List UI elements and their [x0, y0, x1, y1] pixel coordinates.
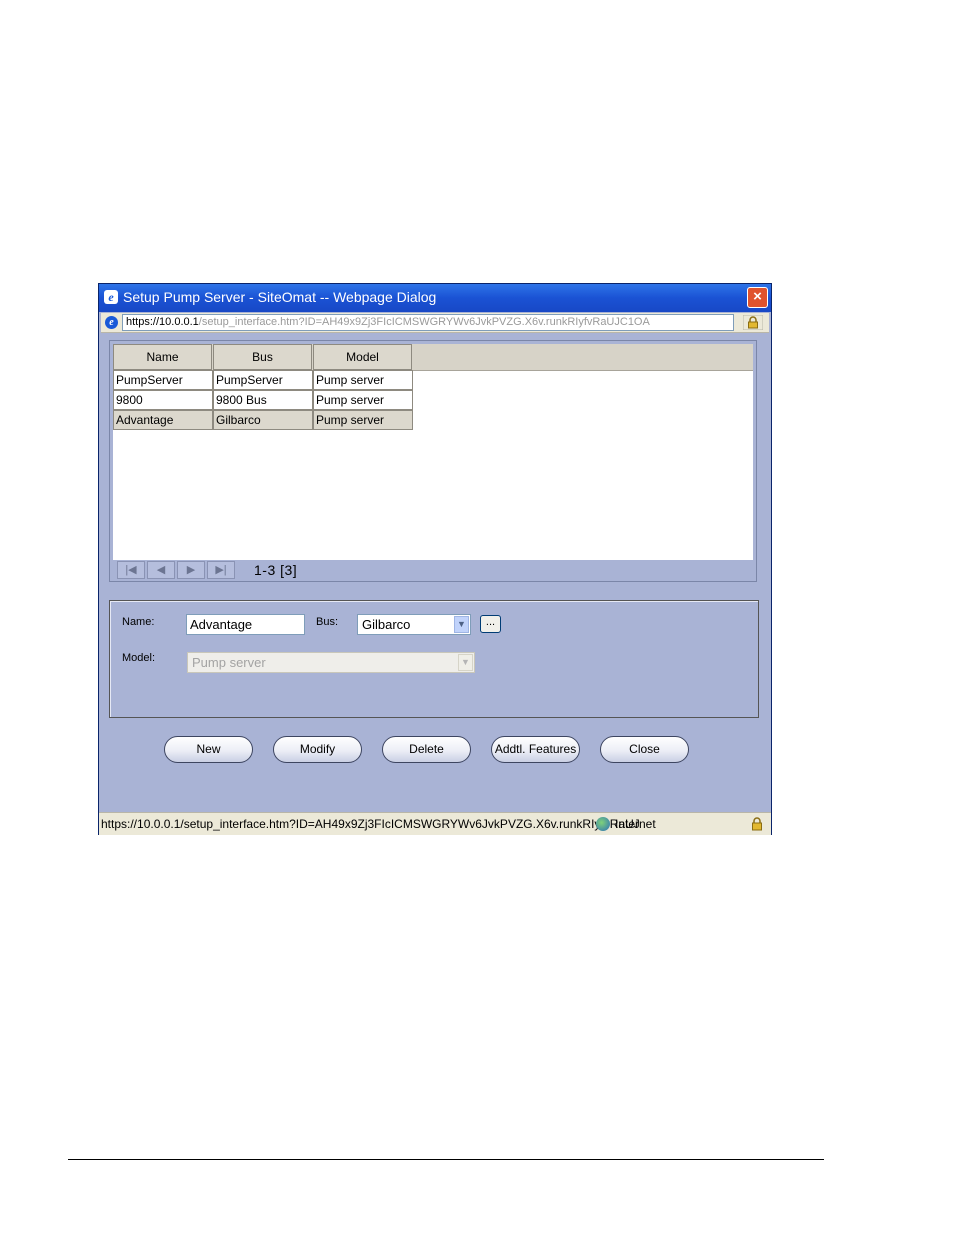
last-page-button[interactable]: ▶|	[207, 561, 235, 579]
cell-name: PumpServer	[113, 370, 213, 390]
browse-bus-button[interactable]: ...	[480, 615, 501, 633]
model-select: Pump server ▼	[187, 652, 475, 673]
lock-icon[interactable]	[749, 816, 765, 832]
prev-page-button[interactable]: ◀	[147, 561, 175, 579]
grid-header: Name Bus Model	[113, 344, 753, 371]
cell-model: Pump server	[313, 370, 413, 390]
column-header-bus[interactable]: Bus	[213, 344, 312, 370]
grid-pager: |◀ ◀ ▶ ▶| 1-3 [3]	[113, 560, 753, 580]
next-page-button[interactable]: ▶	[177, 561, 205, 579]
cell-model: Pump server	[313, 390, 413, 410]
delete-button[interactable]: Delete	[382, 736, 471, 763]
model-label: Model:	[122, 652, 156, 664]
grid-body: Name Bus Model PumpServer PumpServer Pum…	[113, 344, 753, 560]
chevron-down-icon[interactable]: ▼	[454, 616, 469, 633]
bus-select[interactable]: Gilbarco ▼	[357, 614, 471, 635]
page-footer-rule	[68, 1159, 824, 1160]
address-path: /setup_interface.htm?ID=AH49x9Zj3FIcICMS…	[198, 316, 650, 328]
cell-bus: PumpServer	[213, 370, 313, 390]
address-host: 10.0.0.1	[159, 316, 199, 328]
ie-page-icon: e	[105, 316, 118, 329]
cell-bus: 9800 Bus	[213, 390, 313, 410]
addtl-features-button[interactable]: Addtl. Features	[491, 736, 580, 763]
lock-icon[interactable]	[743, 315, 763, 330]
cell-model: Pump server	[313, 410, 413, 430]
table-row-selected[interactable]: Advantage Gilbarco Pump server	[113, 410, 413, 430]
address-field[interactable]: https://10.0.0.1/setup_interface.htm?ID=…	[122, 314, 734, 331]
page-info: 1-3 [3]	[254, 562, 298, 578]
status-url: https://10.0.0.1/setup_interface.htm?ID=…	[101, 817, 640, 831]
table-row[interactable]: 9800 9800 Bus Pump server	[113, 390, 413, 410]
model-select-value: Pump server	[192, 655, 266, 670]
bus-select-value: Gilbarco	[362, 617, 411, 632]
first-page-button[interactable]: |◀	[117, 561, 145, 579]
modify-button[interactable]: Modify	[273, 736, 362, 763]
ie-icon: e	[104, 290, 118, 304]
table-row[interactable]: PumpServer PumpServer Pump server	[113, 370, 413, 390]
pump-server-grid: Name Bus Model PumpServer PumpServer Pum…	[109, 340, 757, 582]
chevron-down-icon: ▼	[458, 654, 473, 671]
pump-server-form: Name: Bus: Gilbarco ▼ ... Model: Pump se…	[109, 600, 759, 718]
bus-label: Bus:	[316, 616, 339, 628]
cell-bus: Gilbarco	[213, 410, 313, 430]
column-header-model[interactable]: Model	[313, 344, 412, 370]
name-label: Name:	[122, 616, 155, 628]
globe-icon	[596, 817, 610, 831]
address-scheme: https://	[126, 316, 160, 328]
close-button[interactable]: Close	[600, 736, 689, 763]
status-bar: https://10.0.0.1/setup_interface.htm?ID=…	[99, 812, 771, 835]
cell-name: 9800	[113, 390, 213, 410]
cell-name: Advantage	[113, 410, 213, 430]
title-bar[interactable]: e Setup Pump Server - SiteOmat -- Webpag…	[99, 284, 771, 312]
column-header-name[interactable]: Name	[113, 344, 212, 370]
name-input[interactable]	[186, 614, 305, 635]
new-button[interactable]: New	[164, 736, 253, 763]
webpage-dialog: e Setup Pump Server - SiteOmat -- Webpag…	[98, 283, 772, 835]
window-title: Setup Pump Server - SiteOmat -- Webpage …	[123, 289, 437, 305]
close-window-button[interactable]: ×	[747, 287, 768, 308]
security-zone: Internet	[615, 817, 656, 831]
address-bar: e https://10.0.0.1/setup_interface.htm?I…	[101, 313, 769, 333]
